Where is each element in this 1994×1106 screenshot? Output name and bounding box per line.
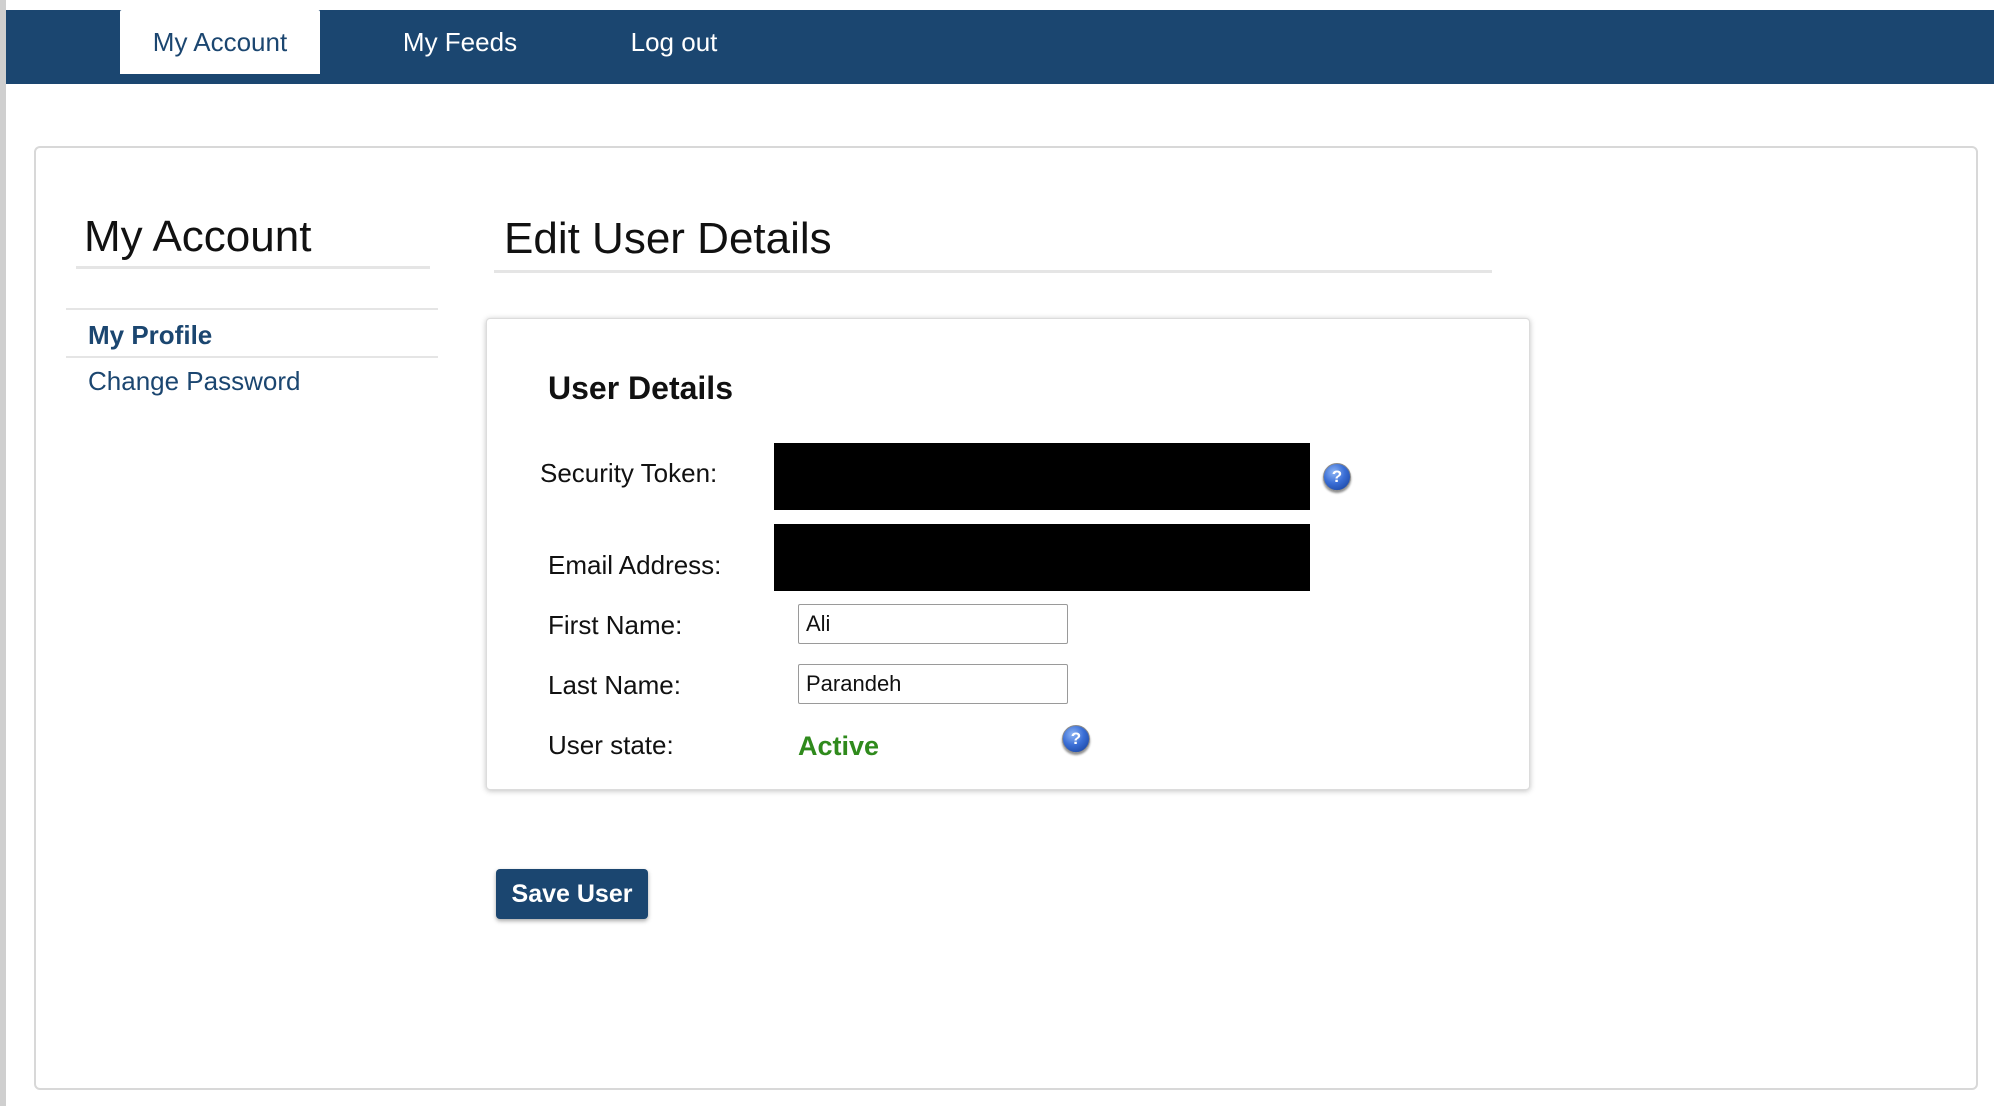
first-name-label: First Name: xyxy=(548,610,683,640)
page-title: Edit User Details xyxy=(504,214,832,263)
card-heading: User Details xyxy=(548,370,733,406)
last-name-input[interactable] xyxy=(798,664,1068,704)
help-icon[interactable]: ? xyxy=(1323,463,1351,491)
security-token-redacted xyxy=(774,443,1310,510)
sidebar-divider xyxy=(66,308,438,310)
email-redacted xyxy=(774,524,1310,591)
user-state-label: User state: xyxy=(548,730,674,760)
tab-my-feeds[interactable]: My Feeds xyxy=(380,10,540,74)
tab-log-out[interactable]: Log out xyxy=(600,10,748,74)
user-state-value: Active xyxy=(798,731,880,761)
window-left-edge xyxy=(0,0,6,1106)
page-title-divider xyxy=(494,270,1492,273)
tab-my-account[interactable]: My Account xyxy=(120,10,320,74)
email-label: Email Address: xyxy=(548,550,722,580)
sidebar-title: My Account xyxy=(84,212,312,261)
sidebar-title-divider xyxy=(76,266,430,269)
save-user-button[interactable]: Save User xyxy=(496,869,648,919)
sidebar-item-my-profile[interactable]: My Profile xyxy=(88,320,212,351)
sidebar-divider xyxy=(66,356,438,358)
security-token-label: Security Token: xyxy=(540,458,718,488)
page: My Account My Feeds Log out My Account M… xyxy=(0,0,1994,1106)
question-mark-glyph: ? xyxy=(1070,729,1082,748)
help-icon[interactable]: ? xyxy=(1062,725,1090,753)
last-name-label: Last Name: xyxy=(548,670,681,700)
first-name-input[interactable] xyxy=(798,604,1068,644)
sidebar-item-change-password[interactable]: Change Password xyxy=(88,366,300,397)
top-strip xyxy=(0,0,1994,10)
question-mark-glyph: ? xyxy=(1331,467,1343,486)
